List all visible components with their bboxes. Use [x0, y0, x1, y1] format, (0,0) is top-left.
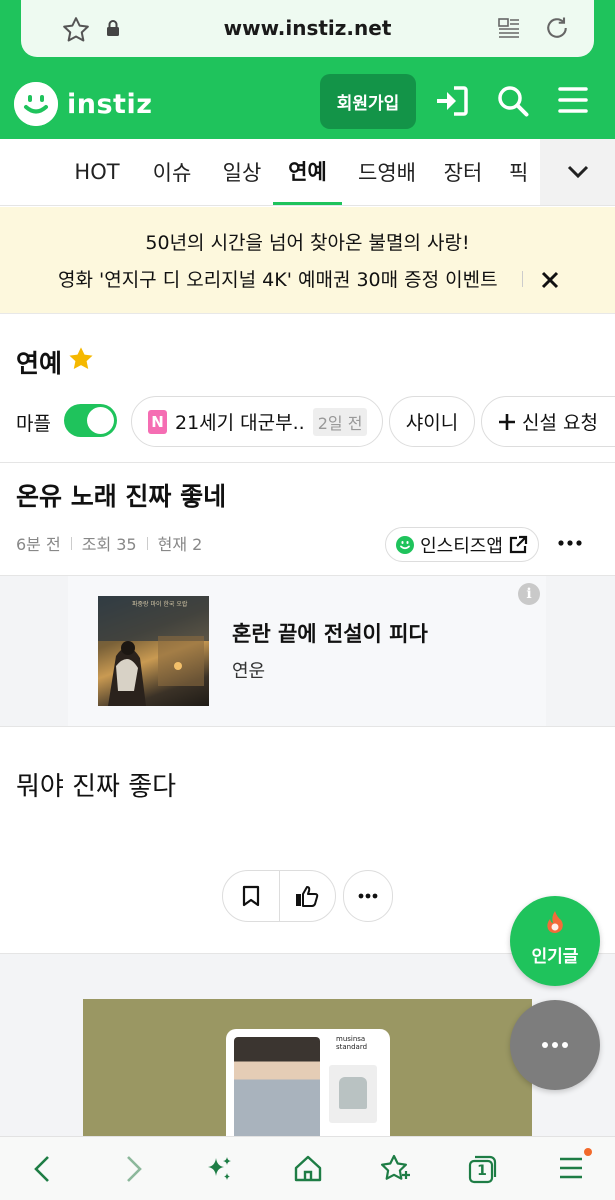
shop-brand: musinsa standard [336, 1035, 368, 1051]
site-header: www.instiz.net instiz 회원가입 [0, 0, 615, 139]
thumbs-up-icon [296, 886, 319, 907]
close-icon[interactable] [540, 270, 560, 294]
reader-mode-icon[interactable] [497, 16, 521, 44]
event-banner[interactable]: 50년의 시간을 넘어 찾아온 불멸의 사랑! 영화 '연지구 디 오리지널 4… [0, 207, 615, 314]
bookmarks-icon[interactable] [380, 1154, 412, 1188]
chip-shinee[interactable]: 샤이니 [389, 396, 475, 447]
more-actions-button[interactable] [343, 870, 393, 922]
bookmark-button[interactable] [223, 871, 279, 921]
board-title-text: 연예 [16, 349, 63, 378]
popular-posts-label: 인기글 [531, 947, 579, 967]
product-photo [329, 1065, 377, 1123]
chip-label: 21세기 대군부.. [175, 412, 305, 434]
chip-time: 2일 전 [312, 407, 368, 436]
banner-line-1: 50년의 시간을 넘어 찾아온 불멸의 사랑! [145, 232, 470, 254]
bookmark-icon [242, 885, 260, 907]
back-icon[interactable] [30, 1154, 54, 1188]
ad-info-icon[interactable]: i [518, 583, 540, 605]
tab-hot[interactable]: HOT [70, 139, 124, 205]
more-dots-icon [358, 893, 378, 899]
forward-icon[interactable] [122, 1154, 146, 1188]
post-views: 조회 35 [81, 535, 137, 554]
reload-icon[interactable] [543, 14, 571, 46]
chip-recent-board[interactable]: N 21세기 대군부.. 2일 전 [131, 396, 383, 447]
plus-icon [499, 413, 515, 430]
post-actions [222, 870, 336, 922]
tab-daily[interactable]: 일상 [214, 139, 270, 205]
tab-market[interactable]: 장터 [437, 139, 489, 205]
tab-count: 1 [477, 1163, 487, 1179]
chip-label: 신설 요청 [522, 412, 598, 434]
open-app-button[interactable]: 인스티즈앱 [385, 527, 539, 562]
home-icon[interactable] [293, 1154, 323, 1188]
external-link-icon [509, 535, 528, 553]
site-logo[interactable]: instiz [14, 82, 152, 126]
ad-thumbnail-caption: 파중랑 마이 한국 오랍 [132, 601, 188, 608]
maple-label: 마플 [16, 413, 51, 435]
ad-card[interactable]: 파중랑 마이 한국 오랍 혼란 끝에 전설이 피다 연운 [68, 576, 546, 726]
post-current-viewers: 현재 2 [157, 535, 203, 554]
browser-url-bar[interactable]: www.instiz.net [21, 0, 594, 57]
ad-subtitle: 연운 [232, 661, 266, 682]
new-badge: N [148, 409, 167, 434]
open-app-label: 인스티즈앱 [420, 535, 503, 557]
category-tabs: HOT 이슈 일상 연예 드영배 장터 픽 [0, 139, 615, 206]
popular-posts-button[interactable]: 인기글 [510, 896, 600, 986]
tab-issue[interactable]: 이슈 [146, 139, 198, 205]
more-dots-icon [542, 1042, 568, 1048]
board-title: 연예 [16, 344, 95, 380]
login-icon[interactable] [434, 84, 470, 122]
shopping-ad-card: musinsa standard [226, 1029, 390, 1136]
favorite-star-icon[interactable] [67, 345, 95, 379]
ad-thumbnail[interactable]: 파중랑 마이 한국 오랍 [98, 596, 209, 706]
notification-dot [584, 1148, 592, 1156]
smile-logo-icon [14, 82, 58, 126]
tabs-expand-button[interactable] [540, 139, 615, 205]
tab-drama-movie[interactable]: 드영배 [352, 139, 422, 205]
model-photo [234, 1037, 320, 1136]
browser-toolbar: 1 [0, 1136, 615, 1200]
app-logo-icon [396, 535, 415, 554]
flame-icon [545, 910, 565, 938]
tab-pick[interactable]: 픽 [509, 139, 541, 205]
chevron-down-icon [567, 165, 588, 179]
chip-label: 샤이니 [405, 412, 459, 434]
search-icon[interactable] [496, 84, 530, 122]
tab-entertainment[interactable]: 연예 [273, 139, 342, 205]
logo-text: instiz [67, 88, 153, 120]
sparkle-icon[interactable] [204, 1154, 234, 1188]
shopping-ad-banner[interactable]: musinsa standard [83, 999, 532, 1136]
more-options-icon[interactable] [558, 532, 582, 551]
banner-line-2: 영화 '연지구 디 오리지널 4K' 예매권 30매 증정 이벤트 [58, 269, 498, 291]
join-button[interactable]: 회원가입 [320, 74, 416, 129]
post-time: 6분 전 [16, 535, 61, 554]
post-title: 온유 노래 진짜 좋네 [16, 482, 227, 511]
menu-icon[interactable] [558, 84, 588, 120]
floating-menu-button[interactable] [510, 1000, 600, 1090]
tabs-icon[interactable]: 1 [466, 1154, 498, 1188]
banner-divider [522, 271, 523, 287]
post-body: 뭐야 진짜 좋다 [16, 772, 177, 802]
browser-menu-icon[interactable] [558, 1154, 584, 1186]
post-meta: 6분 전 조회 35 현재 2 [16, 531, 202, 555]
divider [0, 462, 615, 463]
toggle-knob [87, 407, 114, 434]
chip-request-new[interactable]: 신설 요청 [481, 396, 615, 447]
ad-title[interactable]: 혼란 끝에 전설이 피다 [232, 618, 428, 648]
like-button[interactable] [278, 871, 335, 921]
maple-toggle[interactable] [64, 404, 117, 437]
divider [0, 726, 615, 727]
